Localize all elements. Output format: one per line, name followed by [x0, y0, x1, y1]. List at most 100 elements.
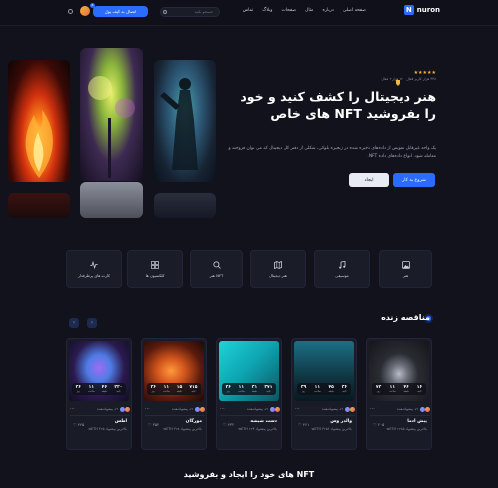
card-meta: ··· ۹+ پیشنهاددهنده — [370, 405, 430, 413]
category-trending[interactable]: کارت های پرطرفدار — [66, 250, 122, 288]
connect-wallet-button[interactable]: اتصال به کیف پول — [93, 6, 148, 17]
highest-bid: بالاترین پیشنهاد ۴۲۵ wETH — [88, 427, 127, 431]
forest-art-icon — [88, 76, 135, 178]
category-label: موسیقی — [335, 272, 349, 278]
hero-image-small-left[interactable] — [8, 193, 70, 218]
card-meta: ··· ۹+ پیشنهاددهنده — [70, 405, 130, 413]
timer-cell: ۳۱ دقیقه — [252, 385, 257, 393]
map-icon — [274, 260, 282, 269]
auction-card[interactable]: ۲۶ روز ۱۱ ساعت ۱۵ دقیقه ۷۱۵ ثانیه ··· ۹+… — [141, 338, 207, 450]
category-nft-art[interactable]: هنر NFT — [190, 250, 243, 288]
more-options-icon[interactable]: ··· — [295, 406, 300, 412]
nav-pages[interactable]: صفحات — [281, 8, 296, 13]
bidders: ۹+ پیشنهاددهنده — [172, 406, 205, 412]
timer-label: ساعت — [389, 390, 396, 393]
category-label: کارت های پرطرفدار — [78, 272, 110, 278]
highest-bid: بالاترین پیشنهاد ۲۲۸۵ wETH — [386, 427, 427, 431]
timer-cell: ۲۶ روز — [151, 385, 156, 393]
likes-count[interactable]: ♡ ۴۳۲ — [223, 422, 234, 427]
nft-title[interactable]: والدر وس — [330, 419, 352, 424]
auction-card[interactable]: ۲۶ روز ۱۱ ساعت ۳۱ دقیقه ۳۷۱ ثانیه ··· ۹+… — [216, 338, 282, 450]
hero-image-fire[interactable] — [8, 60, 70, 182]
prev-arrow-button[interactable]: ‹ — [69, 318, 79, 328]
avatar — [270, 406, 275, 412]
avatar[interactable] — [80, 6, 90, 16]
category-digital-art[interactable]: هنر دیجیتال — [250, 250, 306, 288]
hero-image-statue[interactable] — [154, 60, 216, 182]
likes-count[interactable]: ♡ ۴۶۱ — [298, 422, 309, 427]
bidders-count: ۹+ پیشنهاددهنده — [246, 407, 268, 411]
hero-image-forest[interactable] — [80, 48, 143, 181]
hero-image-small-right[interactable] — [154, 193, 216, 218]
category-label: هنر دیجیتال — [269, 272, 287, 278]
notification-badge: 6 — [90, 3, 95, 8]
main-nav: صفحه اصلی درباره مثال صفحات وبلاگ تماس — [243, 8, 366, 13]
more-options-icon[interactable]: ··· — [145, 406, 150, 412]
timer-label: ساعت — [238, 390, 245, 393]
category-music[interactable]: موسیقی — [314, 250, 370, 288]
search-icon[interactable] — [163, 10, 167, 14]
settings-icon[interactable] — [68, 9, 73, 14]
nft-title[interactable]: دست شیشه — [250, 419, 277, 424]
bidders: ۹+ پیشنهاددهنده — [97, 406, 130, 412]
auction-card[interactable]: ۳۹ روز ۱۱ ساعت ۴۵ دقیقه ۳۶ ثانیه ··· ۹+ … — [291, 338, 357, 450]
nft-title[interactable]: مورگان — [186, 419, 202, 424]
timer-cell: ۳۹ روز — [301, 385, 306, 393]
nav-example[interactable]: مثال — [305, 8, 313, 13]
likes-count[interactable]: ♡ ۳۵۲ — [148, 422, 159, 427]
nav-blog[interactable]: وبلاگ — [262, 8, 272, 13]
auction-card[interactable]: ۲۶ روز ۱۱ ساعت ۴۶ دقیقه ۲۲۰ ثانیه ··· ۹+… — [66, 338, 132, 450]
bidders-count: ۹+ پیشنهاددهنده — [396, 407, 418, 411]
fire-art-icon — [25, 110, 53, 178]
category-label: هنر — [402, 272, 409, 278]
nft-title[interactable]: اطس — [115, 419, 127, 424]
top-header: N nuron صفحه اصلی درباره مثال صفحات وبلا… — [0, 0, 498, 26]
avatar — [275, 406, 280, 412]
logo-badge-icon: N — [403, 5, 414, 15]
bidders: ۹+ پیشنهاددهنده — [321, 406, 355, 412]
category-art[interactable]: هنر — [379, 250, 432, 288]
category-label: هنر NFT — [209, 272, 224, 278]
grid-icon — [151, 260, 159, 269]
timer-cell: ۴۶ دقیقه — [102, 385, 107, 393]
nft-title[interactable]: پیش ادما — [407, 419, 427, 424]
divider — [220, 415, 280, 416]
avatar — [120, 406, 125, 412]
nav-about[interactable]: درباره — [322, 8, 333, 13]
create-button[interactable]: ایجاد — [349, 173, 389, 187]
timer-cell: ۴۶ دقیقه — [403, 385, 408, 393]
countdown-timer: ۷۲ روز ۱۱ ساعت ۴۶ دقیقه ۱۶ ثانیه — [372, 383, 426, 395]
logo[interactable]: N nuron — [403, 5, 440, 15]
more-options-icon[interactable]: ··· — [70, 406, 75, 412]
get-started-button[interactable]: شروع به کار — [393, 173, 435, 187]
next-arrow-button[interactable]: › — [87, 318, 97, 328]
hero-image-hand[interactable] — [80, 182, 143, 218]
likes-count[interactable]: ♡ ۲۰۵ — [373, 422, 384, 427]
avatar — [345, 406, 350, 412]
timer-cell: ۱۵ دقیقه — [177, 385, 182, 393]
likes-count[interactable]: ♡ ۴۴۵ — [73, 422, 84, 427]
divider — [295, 415, 355, 416]
highest-bid: بالاترین پیشنهاد ۴۲۵۶ wETH — [311, 427, 352, 431]
timer-label: ثانیه — [116, 390, 121, 393]
bidders-count: ۹+ پیشنهاددهنده — [321, 407, 343, 411]
category-collections[interactable]: کلکسیون ها — [127, 250, 183, 288]
card-meta: ··· ۹+ پیشنهاددهنده — [220, 405, 280, 413]
more-options-icon[interactable]: ··· — [370, 406, 375, 412]
timer-cell: ۱۱ ساعت — [238, 385, 245, 393]
timer-label: ثانیه — [342, 390, 347, 393]
timer-label: ساعت — [163, 390, 170, 393]
nav-contact[interactable]: تماس — [243, 8, 254, 13]
more-options-icon[interactable]: ··· — [220, 406, 225, 412]
avatar — [425, 406, 430, 412]
divider — [370, 415, 430, 416]
timer-label: ثانیه — [417, 390, 422, 393]
nav-home[interactable]: صفحه اصلی — [343, 8, 366, 13]
countdown-timer: ۲۶ روز ۱۱ ساعت ۳۱ دقیقه ۳۷۱ ثانیه — [222, 383, 276, 395]
auction-card[interactable]: ۷۲ روز ۱۱ ساعت ۴۶ دقیقه ۱۶ ثانیه ··· ۹+ … — [366, 338, 432, 450]
timer-cell: ۷۲ روز — [376, 385, 381, 393]
timer-label: دقیقه — [176, 390, 183, 393]
timer-label: دقیقه — [251, 390, 258, 393]
search-input[interactable]: جستجو بکنید — [160, 7, 220, 17]
countdown-timer: ۲۶ روز ۱۱ ساعت ۱۵ دقیقه ۷۱۵ ثانیه — [147, 383, 201, 395]
